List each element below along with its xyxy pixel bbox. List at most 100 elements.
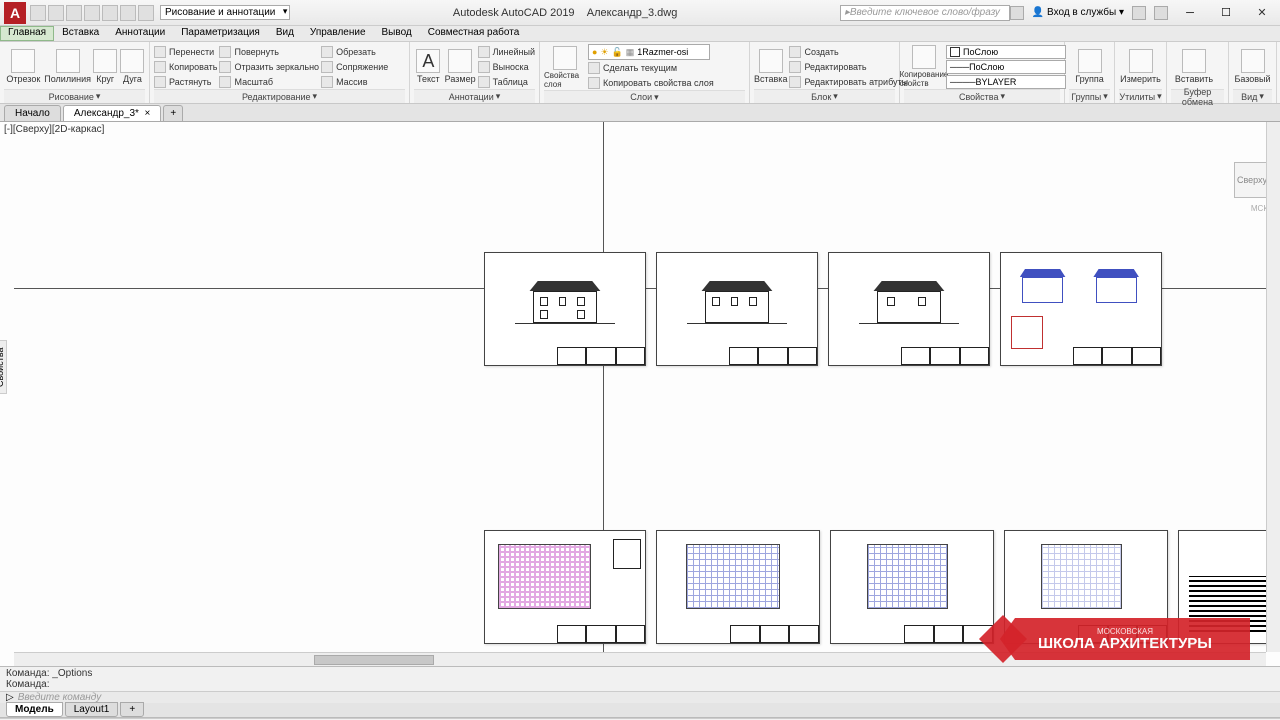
- panel-layers: Свойства слоя ●☀🔓▦1Razmer-osi Сделать те…: [540, 42, 750, 103]
- workspace-selector[interactable]: Рисование и аннотации: [160, 5, 290, 20]
- group-icon: [1078, 49, 1102, 73]
- maximize-button[interactable]: ☐: [1212, 4, 1240, 22]
- drawing-sheet: [830, 530, 994, 644]
- table-button[interactable]: Таблица: [478, 75, 535, 89]
- fillet-button[interactable]: Сопряжение: [321, 60, 388, 74]
- viewport-label[interactable]: [-][Сверху][2D-каркас]: [4, 124, 104, 135]
- dimension-button[interactable]: Размер: [445, 45, 476, 89]
- fillet-icon: [321, 61, 333, 73]
- panel-props-label[interactable]: Свойства ▾: [904, 89, 1060, 103]
- layer-combo[interactable]: ●☀🔓▦1Razmer-osi: [588, 44, 710, 60]
- panel-utils-label[interactable]: Утилиты▾: [1119, 89, 1162, 103]
- layout-tabs: Модель Layout1 +: [0, 702, 1280, 718]
- file-tabs: Начало Александр_3* × +: [0, 104, 1280, 122]
- edit-attr-button[interactable]: Редактировать атрибуты: [789, 75, 908, 89]
- rotate-button[interactable]: Повернуть: [219, 45, 319, 59]
- tab-manage[interactable]: Управление: [302, 26, 374, 41]
- tab-view[interactable]: Вид: [268, 26, 302, 41]
- tab-add-layout[interactable]: +: [120, 702, 144, 717]
- base-view-button[interactable]: Базовый: [1233, 45, 1272, 89]
- insert-block-button[interactable]: Вставка: [754, 45, 787, 89]
- lineweight-combo[interactable]: ─── ПоСлою: [946, 60, 1066, 74]
- viewcube[interactable]: Сверху: [1234, 162, 1270, 198]
- title-bar: A Рисование и аннотации Autodesk AutoCAD…: [0, 0, 1280, 26]
- create-block-button[interactable]: Создать: [789, 45, 908, 59]
- exchange-icon[interactable]: [1132, 6, 1146, 20]
- array-button[interactable]: Массив: [321, 75, 388, 89]
- layer-props-button[interactable]: Свойства слоя: [544, 45, 586, 89]
- stretch-button[interactable]: Растянуть: [154, 75, 217, 89]
- tab-model[interactable]: Модель: [6, 702, 63, 717]
- drawing-sheet: [656, 252, 818, 366]
- panel-clipboard: Вставить Буфер обмена: [1167, 42, 1229, 103]
- tab-parametric[interactable]: Параметризация: [173, 26, 268, 41]
- app-menu-button[interactable]: A: [4, 2, 26, 24]
- panel-anno-label[interactable]: Аннотации ▾: [414, 89, 535, 103]
- polyline-button[interactable]: Полилиния: [45, 45, 91, 89]
- arc-button[interactable]: Дуга: [120, 45, 145, 89]
- line-button[interactable]: Отрезок: [4, 45, 43, 89]
- panel-block-label[interactable]: Блок ▾: [754, 89, 895, 103]
- tab-annotate[interactable]: Аннотации: [107, 26, 173, 41]
- panel-modify: Перенести Копировать Растянуть Повернуть…: [150, 42, 410, 103]
- make-current-button[interactable]: Сделать текущим: [588, 61, 745, 75]
- panel-modify-label[interactable]: Редактирование ▾: [154, 89, 405, 103]
- properties-palette-tab[interactable]: Свойства: [0, 340, 7, 394]
- linetype-combo[interactable]: ──── BYLAYER: [946, 75, 1066, 89]
- mirror-icon: [219, 61, 231, 73]
- command-input[interactable]: ▷ Введите команду: [0, 691, 1280, 703]
- panel-block: Вставка Создать Редактировать Редактиров…: [750, 42, 900, 103]
- layers-icon: [553, 46, 577, 70]
- paste-button[interactable]: Вставить: [1171, 45, 1217, 89]
- match-props-button[interactable]: Копирование свойств: [904, 45, 944, 89]
- trim-button[interactable]: Обрезать: [321, 45, 388, 59]
- drawing-sheet: [1000, 252, 1162, 366]
- measure-button[interactable]: Измерить: [1119, 45, 1162, 89]
- qat-plot-icon[interactable]: [102, 5, 118, 21]
- polyline-icon: [56, 49, 80, 73]
- move-button[interactable]: Перенести: [154, 45, 217, 59]
- copy-button[interactable]: Копировать: [154, 60, 217, 74]
- scrollbar-vertical[interactable]: [1266, 122, 1280, 652]
- tab-start[interactable]: Начало: [4, 105, 61, 121]
- tab-output[interactable]: Вывод: [374, 26, 420, 41]
- circle-button[interactable]: Круг: [93, 45, 118, 89]
- minimize-button[interactable]: ─: [1176, 4, 1204, 22]
- qat-new-icon[interactable]: [30, 5, 46, 21]
- qat-saveas-icon[interactable]: [84, 5, 100, 21]
- scale-button[interactable]: Масштаб: [219, 75, 319, 89]
- panel-draw-label[interactable]: Рисование ▾: [4, 89, 145, 103]
- qat-save-icon[interactable]: [66, 5, 82, 21]
- text-button[interactable]: AТекст: [414, 45, 443, 89]
- move-icon: [154, 46, 166, 58]
- group-button[interactable]: Группа: [1069, 45, 1110, 89]
- qat-open-icon[interactable]: [48, 5, 64, 21]
- panel-layers-label[interactable]: Слои ▾: [544, 90, 745, 103]
- signin-button[interactable]: 👤 Вход в службы ▾: [1032, 7, 1124, 18]
- tab-document[interactable]: Александр_3* ×: [63, 105, 161, 121]
- panel-annotation: AТекст Размер Линейный Выноска Таблица А…: [410, 42, 540, 103]
- tab-layout1[interactable]: Layout1: [65, 702, 119, 717]
- close-button[interactable]: ✕: [1248, 4, 1276, 22]
- tab-collab[interactable]: Совместная работа: [420, 26, 528, 41]
- color-combo[interactable]: ПоСлою: [946, 45, 1066, 59]
- mirror-button[interactable]: Отразить зеркально: [219, 60, 319, 74]
- panel-groups-label[interactable]: Группы▾: [1069, 89, 1110, 103]
- match-layer-button[interactable]: Копировать свойства слоя: [588, 76, 745, 90]
- command-history: Команда: _Options Команда:: [0, 667, 1280, 691]
- qat-redo-icon[interactable]: [138, 5, 154, 21]
- measure-icon: [1129, 49, 1153, 73]
- edit-block-button[interactable]: Редактировать: [789, 60, 908, 74]
- drawing-canvas[interactable]: [-][Сверху][2D-каркас] Свойства Сверху М…: [0, 122, 1280, 666]
- tab-insert[interactable]: Вставка: [54, 26, 107, 41]
- linear-button[interactable]: Линейный: [478, 45, 535, 59]
- tab-home[interactable]: Главная: [0, 26, 54, 41]
- help-icon[interactable]: [1154, 6, 1168, 20]
- insert-icon: [759, 49, 783, 73]
- infocenter-icon[interactable]: [1010, 6, 1024, 20]
- qat-undo-icon[interactable]: [120, 5, 136, 21]
- tab-new-plus[interactable]: +: [163, 105, 183, 121]
- search-input[interactable]: ▸ Введите ключевое слово/фразу: [840, 5, 1010, 21]
- panel-view-label[interactable]: Вид▾: [1233, 89, 1272, 103]
- leader-button[interactable]: Выноска: [478, 60, 535, 74]
